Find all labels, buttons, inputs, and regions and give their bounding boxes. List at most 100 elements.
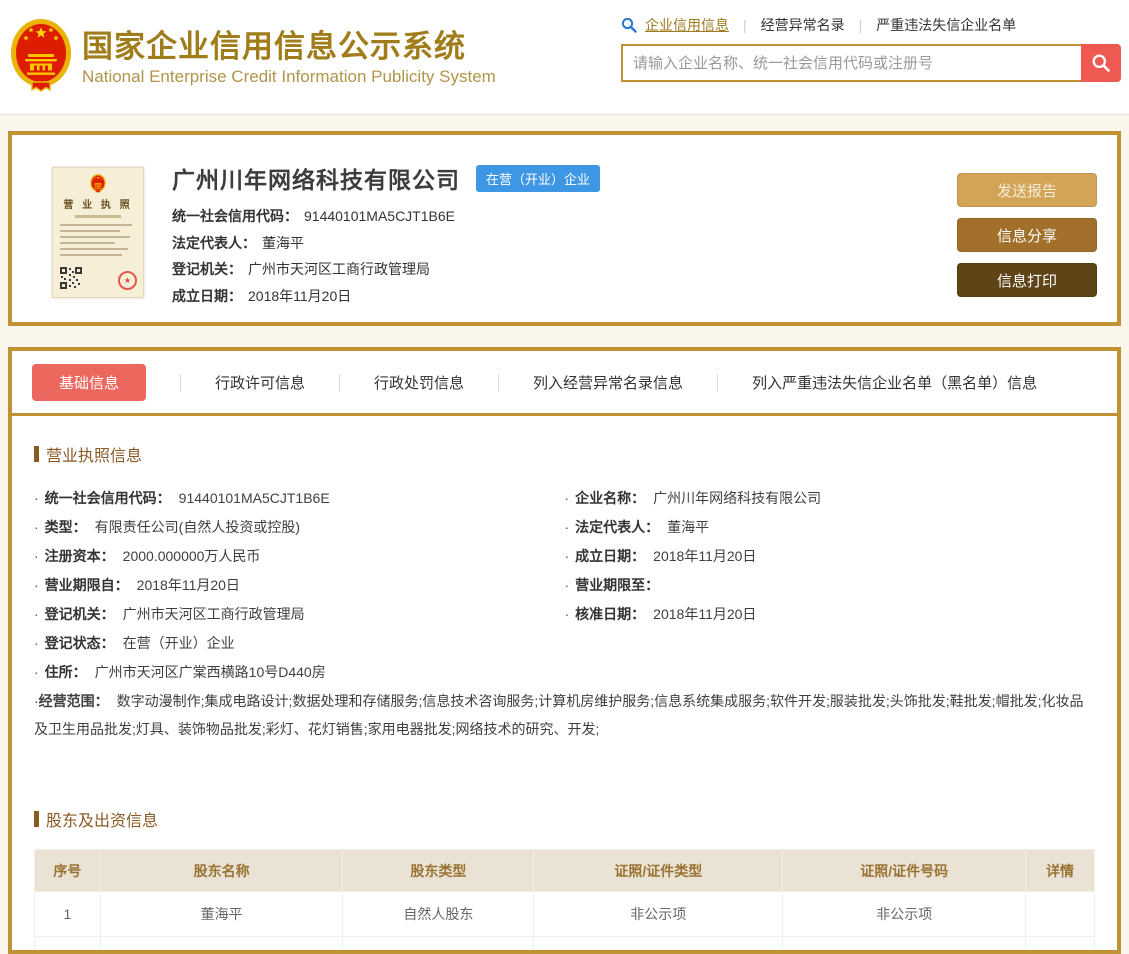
- tab-separator: [180, 373, 182, 392]
- field-value: 91440101MA5CJT1B6E: [304, 208, 455, 224]
- header-search-area: 企业信用信息 | 经营异常名录 | 严重违法失信企业名单: [621, 14, 1121, 82]
- tab-administrative-license[interactable]: 行政许可信息: [215, 372, 305, 393]
- business-license-thumbnail[interactable]: 营 业 执 照 ★: [52, 167, 144, 298]
- license-thumb-textline: [60, 224, 132, 226]
- shareholders-section: 股东及出资信息 序号 股东名称 股东类型 证照/证件类型 证照/证件号码 详情: [34, 807, 1095, 950]
- cell-certificate-type: 非公示项: [533, 936, 784, 950]
- col-header-detail: 详情: [1025, 849, 1095, 892]
- company-name: 广州川年网络科技有限公司: [172, 167, 460, 193]
- tab-separator: [717, 373, 719, 392]
- col-header-certificate-number: 证照/证件号码: [782, 849, 1027, 892]
- table-header-row: 序号 股东名称 股东类型 证照/证件类型 证照/证件号码 详情: [34, 849, 1095, 892]
- nav-separator: |: [858, 17, 863, 33]
- field-label: 法定代表人：: [172, 234, 256, 251]
- cell-seq: 1: [34, 891, 101, 937]
- company-info: 广州川年网络科技有限公司 在营（开业）企业 统一社会信用代码： 91440101M…: [172, 151, 957, 322]
- license-thumb-title: 营 业 执 照: [63, 200, 133, 211]
- field-term-to: · 营业期限至：: [564, 577, 660, 593]
- field-registered-capital: · 注册资本： 2000.000000万人民币: [34, 548, 261, 564]
- shareholders-section-title: 股东及出资信息: [34, 807, 1095, 831]
- search-bar: [621, 44, 1121, 82]
- section-title-text: 营业执照信息: [46, 448, 143, 465]
- national-emblem-icon: [10, 18, 72, 96]
- print-info-button[interactable]: 信息打印: [957, 263, 1097, 297]
- tab-separator: [498, 373, 500, 392]
- field-business-scope: ·经营范围： 数字动漫制作;集成电路设计;数据处理和存储服务;信息技术咨询服务;计…: [34, 693, 1084, 737]
- national-emblem-icon: [90, 174, 106, 194]
- field-label: 成立日期：: [172, 287, 242, 304]
- share-info-button[interactable]: 信息分享: [957, 218, 1097, 252]
- nav-separator: |: [743, 17, 747, 33]
- tab-administrative-penalty[interactable]: 行政处罚信息: [374, 372, 464, 393]
- field-address: · 住所： 广州市天河区广棠西横路10号D440房: [34, 664, 326, 680]
- qr-code: [60, 267, 82, 289]
- detail-card: 基础信息 行政许可信息 行政处罚信息 列入经营异常名录信息 列入严重违法失信企业…: [8, 347, 1121, 954]
- license-thumb-textline: [60, 236, 130, 238]
- site-title-cn: 国家企业信用信息公示系统: [82, 28, 466, 64]
- detail-body: 营业执照信息 · 统一社会信用代码： 91440101MA5CJT1B6E · 类型：…: [12, 416, 1117, 950]
- tab-bar: 基础信息 行政许可信息 行政处罚信息 列入经营异常名录信息 列入严重违法失信企业…: [12, 351, 1117, 413]
- field-value: 董海平: [262, 234, 304, 251]
- page-main: 营 业 执 照 ★ 广州川年网络科技有限公司 在营（开业）企业 统一社会信用代码…: [0, 115, 1129, 954]
- cell-shareholder-name: 李书华: [99, 936, 344, 950]
- nav-link-enterprise-credit[interactable]: 企业信用信息: [645, 15, 729, 35]
- shareholders-table: 序号 股东名称 股东类型 证照/证件类型 证照/证件号码 详情 1 董海平 自然: [34, 849, 1095, 950]
- license-thumb-textline: [60, 242, 115, 244]
- col-header-certificate-type: 证照/证件类型: [533, 849, 784, 892]
- field-approval-date: · 核准日期： 2018年11月20日: [564, 606, 757, 622]
- license-fields-right: · 企业名称： 广州川年网络科技有限公司 · 法定代表人： 董海平 · 成立日期： 2018…: [565, 484, 1096, 687]
- cell-detail: [1025, 936, 1095, 950]
- nav-link-serious-violation[interactable]: 严重违法失信企业名单: [876, 15, 1016, 35]
- search-scope-nav: 企业信用信息 | 经营异常名录 | 严重违法失信企业名单: [621, 14, 1121, 36]
- col-header-shareholder-name: 股东名称: [99, 849, 344, 892]
- brand: 国家企业信用信息公示系统 National Enterprise Credit …: [10, 18, 496, 96]
- field-registration-authority: · 登记机关： 广州市天河区工商行政管理局: [34, 606, 305, 622]
- cell-detail: [1025, 891, 1095, 937]
- cell-certificate-number: 非公示项: [782, 891, 1027, 937]
- red-seal-icon: ★: [118, 271, 137, 290]
- section-bar-icon: [34, 811, 39, 827]
- info-line-legal-rep: 法定代表人： 董海平: [172, 230, 957, 257]
- site-title-en: National Enterprise Credit Information P…: [82, 67, 496, 87]
- table-row: 1 董海平 自然人股东 非公示项 非公示项: [34, 891, 1095, 937]
- nav-link-abnormal-operations[interactable]: 经营异常名录: [761, 15, 845, 35]
- license-fields-left: · 统一社会信用代码： 91440101MA5CJT1B6E · 类型： 有限责任公司(…: [34, 484, 565, 687]
- license-thumb-textline: [60, 248, 128, 250]
- tab-abnormal-operations[interactable]: 列入经营异常名录信息: [533, 372, 683, 393]
- search-icon: [621, 17, 637, 33]
- tab-blacklist[interactable]: 列入严重违法失信企业名单（黑名单）信息: [752, 372, 1037, 393]
- cell-certificate-type: 非公示项: [533, 891, 784, 937]
- section-title-text: 股东及出资信息: [46, 813, 159, 830]
- license-fields: · 统一社会信用代码： 91440101MA5CJT1B6E · 类型： 有限责任公司(…: [34, 484, 1095, 687]
- info-line-registration-authority: 登记机关： 广州市天河区工商行政管理局: [172, 256, 957, 283]
- field-value: 2018年11月20日: [248, 287, 352, 304]
- tab-separator: [339, 373, 341, 392]
- field-label: 统一社会信用代码：: [172, 208, 298, 224]
- col-header-shareholder-type: 股东类型: [342, 849, 535, 892]
- license-thumb-textline: [60, 230, 120, 232]
- license-thumb-subtitle-bar: [75, 215, 121, 218]
- brand-text: 国家企业信用信息公示系统 National Enterprise Credit …: [82, 27, 496, 88]
- field-establishment-date: · 成立日期： 2018年11月20日: [564, 548, 757, 564]
- search-button[interactable]: [1081, 44, 1121, 82]
- section-bar-icon: [34, 446, 39, 462]
- field-legal-rep: · 法定代表人： 董海平: [564, 519, 710, 535]
- send-report-button[interactable]: 发送报告: [957, 173, 1097, 207]
- search-icon: [1092, 54, 1110, 72]
- company-summary-card: 营 业 执 照 ★ 广州川年网络科技有限公司 在营（开业）企业 统一社会信用代码…: [8, 131, 1121, 326]
- cell-shareholder-type: 自然人股东: [342, 891, 535, 937]
- cell-shareholder-type: 自然人股东: [342, 936, 535, 950]
- license-section-title: 营业执照信息: [34, 442, 1095, 466]
- search-input[interactable]: [621, 44, 1081, 82]
- license-thumb-textline: [60, 254, 122, 256]
- col-header-seq: 序号: [34, 849, 101, 892]
- info-line-establishment-date: 成立日期： 2018年11月20日: [172, 283, 957, 310]
- field-company-name: · 企业名称： 广州川年网络科技有限公司: [564, 490, 822, 506]
- field-registration-status: · 登记状态： 在营（开业）企业: [34, 635, 235, 651]
- field-type: · 类型： 有限责任公司(自然人投资或控股): [34, 519, 300, 535]
- cell-shareholder-name: 董海平: [99, 891, 344, 937]
- action-buttons: 发送报告 信息分享 信息打印: [957, 173, 1097, 322]
- tab-basic-info[interactable]: 基础信息: [32, 364, 147, 401]
- status-badge: 在营（开业）企业: [476, 164, 601, 192]
- field-label: 登记机关：: [172, 261, 242, 277]
